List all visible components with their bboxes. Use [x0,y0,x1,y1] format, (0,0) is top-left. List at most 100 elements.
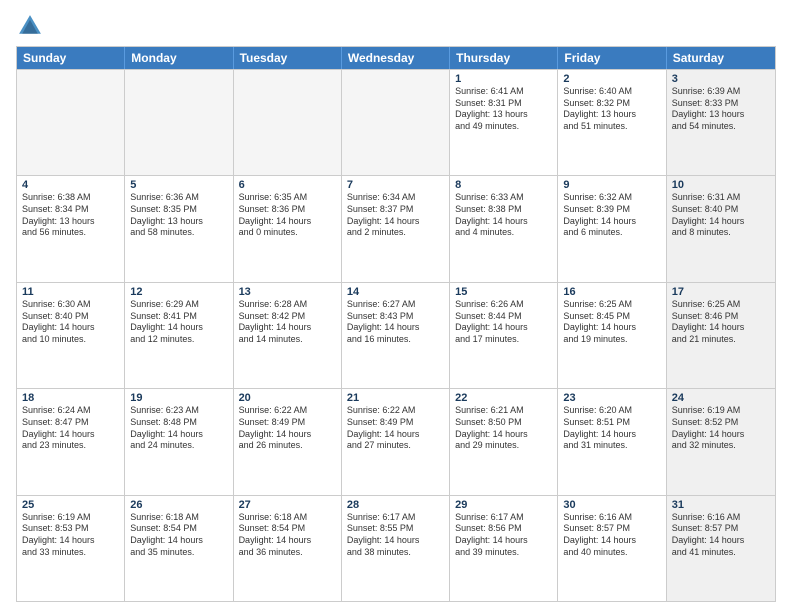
cell-line: Daylight: 14 hours [455,429,552,441]
cell-line: Sunset: 8:35 PM [130,204,227,216]
cell-line: and 40 minutes. [563,547,660,559]
cal-cell: 25Sunrise: 6:19 AMSunset: 8:53 PMDayligh… [17,496,125,601]
cell-line: Daylight: 13 hours [455,109,552,121]
cell-line: and 14 minutes. [239,334,336,346]
cell-line: Sunset: 8:37 PM [347,204,444,216]
cell-line: Sunrise: 6:36 AM [130,192,227,204]
cell-line: Sunrise: 6:30 AM [22,299,119,311]
cell-line: Sunrise: 6:39 AM [672,86,770,98]
cal-row: 1Sunrise: 6:41 AMSunset: 8:31 PMDaylight… [17,69,775,175]
cell-line: Daylight: 13 hours [672,109,770,121]
cal-cell: 26Sunrise: 6:18 AMSunset: 8:54 PMDayligh… [125,496,233,601]
cell-line: Sunset: 8:33 PM [672,98,770,110]
cell-line: and 56 minutes. [22,227,119,239]
cell-line: Sunrise: 6:18 AM [130,512,227,524]
cal-row: 18Sunrise: 6:24 AMSunset: 8:47 PMDayligh… [17,388,775,494]
cell-line: Sunset: 8:49 PM [239,417,336,429]
cell-line: and 35 minutes. [130,547,227,559]
cell-line: Sunrise: 6:17 AM [347,512,444,524]
cell-line: Daylight: 14 hours [563,216,660,228]
cell-line: and 51 minutes. [563,121,660,133]
cal-cell: 30Sunrise: 6:16 AMSunset: 8:57 PMDayligh… [558,496,666,601]
header [16,12,776,40]
cell-line: and 54 minutes. [672,121,770,133]
cell-line: Sunrise: 6:18 AM [239,512,336,524]
cal-row: 4Sunrise: 6:38 AMSunset: 8:34 PMDaylight… [17,175,775,281]
cal-row: 11Sunrise: 6:30 AMSunset: 8:40 PMDayligh… [17,282,775,388]
cell-line: Sunrise: 6:21 AM [455,405,552,417]
cell-line: Daylight: 14 hours [347,429,444,441]
cell-line: and 33 minutes. [22,547,119,559]
cell-line: Daylight: 14 hours [347,322,444,334]
cell-line: Daylight: 13 hours [22,216,119,228]
cell-line: Sunset: 8:46 PM [672,311,770,323]
cal-cell: 7Sunrise: 6:34 AMSunset: 8:37 PMDaylight… [342,176,450,281]
cell-line: Sunset: 8:32 PM [563,98,660,110]
cal-cell [234,70,342,175]
cell-line: Daylight: 14 hours [455,322,552,334]
cell-line: and 21 minutes. [672,334,770,346]
cell-line: Sunrise: 6:27 AM [347,299,444,311]
cell-line: Daylight: 14 hours [130,535,227,547]
cell-line: Daylight: 14 hours [672,216,770,228]
cal-cell: 5Sunrise: 6:36 AMSunset: 8:35 PMDaylight… [125,176,233,281]
day-number: 8 [455,179,552,191]
cell-line: Sunrise: 6:31 AM [672,192,770,204]
cell-line: and 23 minutes. [22,440,119,452]
cell-line: and 8 minutes. [672,227,770,239]
cal-cell: 23Sunrise: 6:20 AMSunset: 8:51 PMDayligh… [558,389,666,494]
cell-line: Daylight: 14 hours [672,535,770,547]
cell-line: Daylight: 14 hours [130,322,227,334]
day-number: 15 [455,286,552,298]
cell-line: Sunrise: 6:41 AM [455,86,552,98]
cell-line: Sunset: 8:57 PM [672,523,770,535]
cell-line: Sunrise: 6:26 AM [455,299,552,311]
cell-line: Sunrise: 6:20 AM [563,405,660,417]
cell-line: Daylight: 14 hours [239,322,336,334]
day-number: 26 [130,499,227,511]
day-number: 14 [347,286,444,298]
cell-line: Sunset: 8:50 PM [455,417,552,429]
cal-cell: 15Sunrise: 6:26 AMSunset: 8:44 PMDayligh… [450,283,558,388]
logo-icon [16,12,44,40]
cell-line: Daylight: 14 hours [22,322,119,334]
cell-line: Sunrise: 6:16 AM [563,512,660,524]
cell-line: Sunset: 8:53 PM [22,523,119,535]
day-number: 21 [347,392,444,404]
cal-cell: 6Sunrise: 6:35 AMSunset: 8:36 PMDaylight… [234,176,342,281]
cell-line: Sunrise: 6:32 AM [563,192,660,204]
cell-line: and 49 minutes. [455,121,552,133]
cell-line: and 6 minutes. [563,227,660,239]
cal-cell: 19Sunrise: 6:23 AMSunset: 8:48 PMDayligh… [125,389,233,494]
cal-cell: 17Sunrise: 6:25 AMSunset: 8:46 PMDayligh… [667,283,775,388]
cell-line: Sunrise: 6:33 AM [455,192,552,204]
cal-header-day: Monday [125,47,233,69]
cell-line: Sunset: 8:54 PM [239,523,336,535]
cell-line: Daylight: 14 hours [347,216,444,228]
cal-cell: 10Sunrise: 6:31 AMSunset: 8:40 PMDayligh… [667,176,775,281]
day-number: 23 [563,392,660,404]
cell-line: Sunrise: 6:35 AM [239,192,336,204]
cell-line: Sunset: 8:40 PM [672,204,770,216]
cell-line: Sunset: 8:36 PM [239,204,336,216]
cell-line: Sunrise: 6:22 AM [239,405,336,417]
cell-line: Sunset: 8:54 PM [130,523,227,535]
calendar-header: SundayMondayTuesdayWednesdayThursdayFrid… [17,47,775,69]
cell-line: Sunset: 8:49 PM [347,417,444,429]
cal-header-day: Saturday [667,47,775,69]
cal-cell: 11Sunrise: 6:30 AMSunset: 8:40 PMDayligh… [17,283,125,388]
cell-line: Daylight: 14 hours [563,535,660,547]
cell-line: Daylight: 14 hours [672,429,770,441]
cell-line: Sunset: 8:42 PM [239,311,336,323]
cell-line: Sunrise: 6:19 AM [22,512,119,524]
logo [16,12,48,40]
cell-line: and 24 minutes. [130,440,227,452]
calendar: SundayMondayTuesdayWednesdayThursdayFrid… [16,46,776,602]
cell-line: Sunrise: 6:22 AM [347,405,444,417]
day-number: 18 [22,392,119,404]
cal-cell [17,70,125,175]
page: SundayMondayTuesdayWednesdayThursdayFrid… [0,0,792,612]
day-number: 30 [563,499,660,511]
cell-line: and 26 minutes. [239,440,336,452]
cell-line: and 38 minutes. [347,547,444,559]
